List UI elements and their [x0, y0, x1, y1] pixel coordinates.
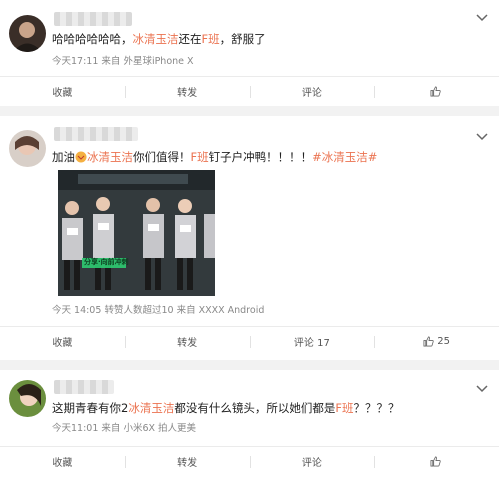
hashtag-link[interactable]: 冰清玉洁 — [87, 150, 133, 164]
chevron-down-icon[interactable] — [475, 384, 489, 394]
weibo-post-3: 这期青春有你2冰清玉洁都没有什么镜头，所以她们都是F班？？？？ 今天11:01 … — [0, 370, 499, 486]
hashtag-link[interactable]: 冰清玉洁 — [128, 401, 174, 415]
chevron-down-icon[interactable] — [475, 13, 489, 23]
post-text: 加油 冰清玉洁你们值得！F班钉子户冲鸭！！！！#冰清玉洁# — [52, 150, 378, 164]
avatar[interactable] — [9, 15, 46, 52]
post-image[interactable]: 分享·向前冲刺 — [58, 170, 215, 296]
emoji-icon — [75, 151, 87, 163]
collect-button[interactable]: 收藏 — [0, 327, 125, 356]
chevron-down-icon[interactable] — [475, 132, 489, 142]
group-photo — [58, 170, 215, 296]
image-caption: 分享·向前冲刺 — [84, 258, 129, 266]
collect-button[interactable]: 收藏 — [0, 447, 125, 476]
hashtag-link[interactable]: 冰清玉洁 — [133, 32, 179, 46]
weibo-post-1: 哈哈哈哈哈哈，冰清玉洁还在F班，舒服了 今天17:11 来自 外星球iPhone… — [0, 0, 499, 106]
repost-button[interactable]: 转发 — [124, 447, 250, 476]
username-blurred[interactable] — [54, 380, 114, 394]
like-button[interactable]: 25 — [374, 327, 499, 356]
comment-button[interactable]: 评论 — [249, 447, 375, 476]
comment-button[interactable]: 评论 — [249, 77, 375, 106]
post-text: 这期青春有你2冰清玉洁都没有什么镜头，所以她们都是F班？？？？ — [52, 401, 400, 415]
post-text: 哈哈哈哈哈哈，冰清玉洁还在F班，舒服了 — [52, 32, 266, 46]
thumbs-up-icon — [423, 336, 434, 347]
like-button[interactable] — [374, 447, 499, 476]
post-meta: 今天17:11 来自 外星球iPhone X — [52, 56, 194, 67]
like-button[interactable] — [374, 77, 499, 106]
collect-button[interactable]: 收藏 — [0, 77, 125, 106]
action-bar: 收藏 转发 评论 17 25 — [0, 326, 499, 356]
hashtag-topic-link[interactable]: #冰清玉洁# — [312, 150, 377, 164]
comment-button[interactable]: 评论 17 — [249, 327, 375, 356]
repost-button[interactable]: 转发 — [124, 327, 250, 356]
post-meta: 今天11:01 来自 小米6X 拍人更美 — [52, 423, 197, 434]
repost-button[interactable]: 转发 — [124, 77, 250, 106]
keyword-link[interactable]: F班 — [191, 150, 209, 164]
username-blurred[interactable] — [54, 127, 138, 141]
avatar[interactable] — [9, 380, 46, 417]
avatar[interactable] — [9, 130, 46, 167]
thumbs-up-icon — [430, 86, 441, 97]
thumbs-up-icon — [430, 456, 441, 467]
post-meta: 今天 14:05 转赞人数超过10 来自 XXXX Android — [52, 305, 265, 316]
weibo-post-2: 加油 冰清玉洁你们值得！F班钉子户冲鸭！！！！#冰清玉洁# 分享·向前冲刺 今天… — [0, 116, 499, 360]
keyword-link[interactable]: F班 — [202, 32, 220, 46]
action-bar: 收藏 转发 评论 — [0, 76, 499, 106]
username-blurred[interactable] — [54, 12, 132, 26]
keyword-link[interactable]: F班 — [335, 401, 353, 415]
action-bar: 收藏 转发 评论 — [0, 446, 499, 476]
